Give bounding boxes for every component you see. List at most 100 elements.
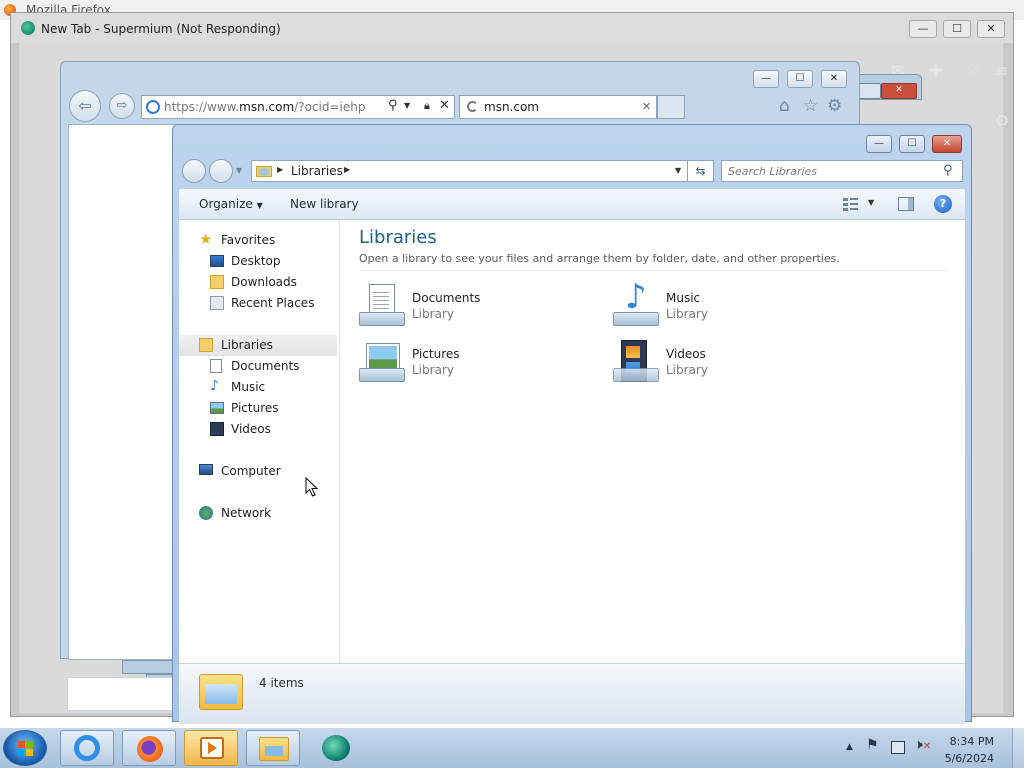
taskbar-explorer[interactable] <box>246 730 300 766</box>
window-close-button[interactable]: ✕ <box>881 83 917 99</box>
clock-time[interactable]: 8:34 PM <box>950 735 994 748</box>
extension-icon: ✚ <box>929 61 943 80</box>
nav-favorites[interactable]: ★ Favorites <box>179 230 337 251</box>
videos-library-icon <box>613 340 659 386</box>
nav-item-videos[interactable]: Videos <box>179 419 337 440</box>
firefox-icon <box>137 736 163 762</box>
ie-minimize-button[interactable]: — <box>753 70 779 88</box>
library-tile-videos[interactable]: Videos Library <box>611 338 851 390</box>
library-tile-music[interactable]: ♪ Music Library <box>611 280 851 334</box>
supermium-close-button[interactable]: ✕ <box>977 20 1005 38</box>
tools-gear-icon[interactable]: ⚙ <box>827 96 842 116</box>
supermium-window-title: New Tab - Supermium (Not Responding) <box>41 22 281 36</box>
supermium-titlebar[interactable]: New Tab - Supermium (Not Responding) — ☐… <box>11 13 1013 43</box>
library-name: Documents <box>412 291 481 305</box>
search-icon[interactable]: ⚲ <box>943 163 953 178</box>
ie-forward-button[interactable]: ⇨ <box>109 93 135 119</box>
nav-item-label: Documents <box>231 359 300 373</box>
nav-libraries[interactable]: Libraries <box>179 335 337 356</box>
taskbar-firefox[interactable] <box>122 730 176 766</box>
show-desktop-button[interactable] <box>1012 728 1024 768</box>
ie-tab[interactable]: msn.com ✕ <box>459 95 657 119</box>
documents-library-icon <box>359 284 405 330</box>
start-button[interactable] <box>3 730 47 766</box>
network-globe-icon <box>199 506 213 520</box>
ie-new-tab-button[interactable] <box>657 95 685 119</box>
explorer-address-bar[interactable]: ▶ Libraries ▶ ▼ <box>251 160 688 182</box>
nav-item-downloads[interactable]: Downloads <box>179 272 337 293</box>
supermium-maximize-button[interactable]: ☐ <box>943 20 971 38</box>
search-input[interactable] <box>728 163 933 179</box>
breadcrumb-libraries[interactable]: Libraries <box>291 164 343 178</box>
view-options-dropdown-icon[interactable]: ▼ <box>868 198 874 207</box>
nav-favorites-label: Favorites <box>221 233 276 247</box>
refresh-icon: ⇆ <box>695 164 706 178</box>
explorer-close-button[interactable]: ✕ <box>932 135 962 153</box>
explorer-search-box[interactable]: ⚲ <box>721 160 963 182</box>
nav-item-music[interactable]: ♪ Music <box>179 377 337 398</box>
taskbar-internet-explorer[interactable] <box>60 730 114 766</box>
ie-back-button[interactable]: ⇦ <box>69 90 101 122</box>
help-icon[interactable]: ? <box>934 195 952 213</box>
downloads-folder-icon <box>210 275 224 289</box>
explorer-maximize-button[interactable]: ☐ <box>899 135 925 153</box>
item-count: 4 items <box>259 676 304 690</box>
pictures-library-icon <box>359 340 405 386</box>
nav-network-label: Network <box>221 506 272 520</box>
library-tile-pictures[interactable]: Pictures Library <box>357 338 597 390</box>
document-icon <box>210 359 222 373</box>
show-hidden-icons-button[interactable]: ▲ <box>846 742 853 752</box>
new-library-button[interactable]: New library <box>290 197 359 211</box>
navigation-pane: ★ Favorites Desktop Downloads Recent Pla… <box>179 220 340 663</box>
explorer-forward-button[interactable] <box>209 159 233 183</box>
volume-muted-icon[interactable]: 🕨︎✕ <box>914 737 931 753</box>
recent-places-icon <box>210 296 224 310</box>
supermium-minimize-button[interactable]: — <box>909 20 937 38</box>
organize-button[interactable]: Organize ▼ <box>199 197 263 211</box>
nav-item-recent-places[interactable]: Recent Places <box>179 293 337 314</box>
address-history-dropdown-icon[interactable]: ▼ <box>675 166 681 175</box>
nav-item-pictures[interactable]: Pictures <box>179 398 337 419</box>
ie-url-text: https://www.msn.com/?ocid=iehp <box>164 100 366 114</box>
clock-date[interactable]: 5/6/2024 <box>945 752 994 765</box>
network-status-icon[interactable] <box>891 741 905 754</box>
dropdown-icon[interactable]: ▼ <box>404 101 410 110</box>
nav-computer-label: Computer <box>221 464 281 478</box>
ie-tab-close-button[interactable]: ✕ <box>642 100 651 113</box>
library-name: Music <box>666 291 701 305</box>
change-view-icon[interactable] <box>843 197 859 211</box>
libraries-icon <box>199 338 213 352</box>
explorer-command-bar: Organize ▼ New library ▼ ? <box>179 189 965 220</box>
computer-icon <box>199 464 213 475</box>
stop-icon[interactable]: ✕ <box>439 98 450 113</box>
library-type: Library <box>412 307 454 321</box>
refresh-button[interactable]: ⇆ <box>688 160 714 182</box>
nav-item-documents[interactable]: Documents <box>179 356 337 377</box>
nav-item-desktop[interactable]: Desktop <box>179 251 337 272</box>
explorer-back-button[interactable] <box>182 159 206 183</box>
explorer-minimize-button[interactable]: — <box>866 135 892 153</box>
search-icon[interactable]: ⚲ <box>388 98 398 113</box>
action-center-flag-icon[interactable]: ⚑ <box>866 737 879 753</box>
internet-explorer-icon <box>74 735 100 761</box>
home-icon[interactable]: ⌂ <box>779 96 790 116</box>
ie-close-button[interactable]: ✕ <box>821 70 847 88</box>
ie-page-content <box>68 124 177 660</box>
preview-pane-icon[interactable] <box>898 197 914 211</box>
taskbar-supermium[interactable] <box>320 733 352 763</box>
music-library-icon: ♪ <box>613 280 659 330</box>
mouse-cursor-icon <box>305 476 319 500</box>
ie-maximize-button[interactable]: ☐ <box>787 70 813 88</box>
breadcrumb-chevron-icon[interactable]: ▶ <box>344 165 350 174</box>
breadcrumb-chevron-icon[interactable]: ▶ <box>277 165 283 174</box>
favorites-star-icon[interactable]: ☆ <box>803 96 818 116</box>
library-tile-documents[interactable]: Documents Library <box>357 282 597 334</box>
recent-pages-dropdown-icon[interactable]: ▼ <box>236 166 242 175</box>
library-name: Videos <box>666 347 706 361</box>
menu-icon: ≡ <box>995 61 1009 80</box>
explorer-icon <box>259 737 289 761</box>
lock-icon[interactable]: 🔒︎ <box>424 99 430 113</box>
taskbar-media-player[interactable] <box>184 730 238 766</box>
ie-address-bar[interactable]: https://www.msn.com/?ocid=iehp ⚲ ▼ 🔒︎ ✕ <box>141 95 455 119</box>
nav-network[interactable]: Network <box>179 503 337 524</box>
